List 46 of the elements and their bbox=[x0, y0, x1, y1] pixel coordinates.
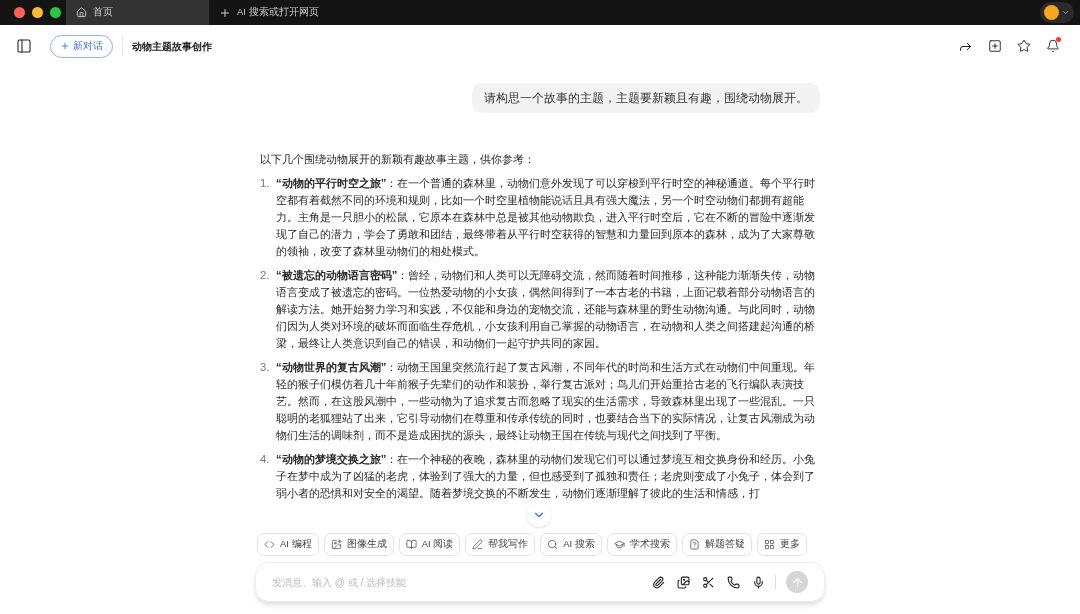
star-icon[interactable] bbox=[1017, 39, 1031, 53]
list-item-text: “动物世界的复古风潮”：动物王国里突然流行起了复古风潮，不同年代的时尚和生活方式在动物们中间重现。年轻的猴子们模仿着几十年前猴子先辈们的动作和装扮，举行复古派对；鸟儿们开始重拾古老的飞行编队表演技艺。然而，在这股风潮中，一些动物为了追求复古而忽略了现实的生活需求，导致森林里出现了一些混乱。一只聪明的老狐狸站了出来，它引导动物们在尊重和传承传统的同时，也要结合当下的实际情况，让复古风潮成为动物们生活的调味剂，而不是造成困扰的源头，最终让动物王国在传统与现代之间找到了平衡。 bbox=[276, 360, 817, 443]
caret-icon bbox=[1061, 8, 1070, 17]
list-number: 1. bbox=[260, 176, 271, 191]
home-icon bbox=[76, 7, 87, 18]
microphone-icon[interactable] bbox=[752, 575, 765, 589]
image-icon bbox=[330, 539, 342, 550]
images-icon[interactable] bbox=[677, 575, 690, 589]
skill-chip[interactable]: 学术搜索 bbox=[606, 533, 677, 556]
list-item-text: “动物的平行时空之旅”：在一个普通的森林里，动物们意外发现了可以穿梭到平行时空的神秘通道。每个平行时空都有着截然不同的环境和规则，比如一个时空里植物能说话且具有强大魔法，另一个时空动物们都拥有超能力。主角是一只胆小的松鼠，它原本在森林中总是被其他动物欺负，进入平行时空后，它在不断的冒险中逐渐发现了自己的潜力，学会了勇敢和团结，最终带着从平行时空获得的智慧和力量回到原本的森林，成为了大家尊敬的领袖，改变了森林里动物们的相处模式。 bbox=[276, 176, 817, 259]
list-item-text: “被遗忘的动物语言密码”：曾经，动物们和人类可以无障碍交流，然而随着时间推移，这种能力渐渐失传，动物语言变成了被遗忘的密码。一位热爱动物的小女孩，偶然间得到了一本古老的书籍，上面记载着部分动物语言的解读方法。她开始努力学习和实践，不仅能和身边的宠物交流，还能与森林里的野生动物沟通。与此同时，动物们因为人类对环境的破坏而面临生存危机，小女孩利用自己掌握的动物语言，在动物和人类之间搭建起沟通的桥梁，最终让人类意识到自己的错误，和动物们一起守护共同的家园。 bbox=[276, 268, 817, 351]
graduation-cap-icon bbox=[613, 539, 625, 550]
search-icon bbox=[547, 539, 559, 550]
grid-icon bbox=[763, 539, 775, 550]
skill-chip[interactable]: AI 搜索 bbox=[540, 533, 602, 556]
chat-title: 动物主题故事创作 bbox=[132, 39, 212, 54]
skill-chip[interactable]: 图像生成 bbox=[323, 533, 394, 556]
reply-intro: 以下几个围绕动物展开的新颖有趣故事主题，供你参考： bbox=[260, 152, 536, 167]
scissors-icon[interactable] bbox=[702, 575, 715, 589]
list-number: 4. bbox=[260, 452, 271, 467]
browser-tab[interactable]: AI 搜索或打开网页 bbox=[209, 0, 329, 25]
list-number: 3. bbox=[260, 360, 271, 375]
plus-icon bbox=[219, 6, 231, 19]
add-box-icon[interactable] bbox=[988, 39, 1002, 53]
profile-menu[interactable] bbox=[1040, 2, 1074, 23]
phone-icon[interactable] bbox=[727, 575, 740, 589]
arrow-up-icon bbox=[790, 575, 804, 589]
bell-icon[interactable] bbox=[1046, 39, 1060, 53]
question-document-icon bbox=[688, 539, 700, 550]
skill-chip[interactable]: 帮我写作 bbox=[465, 533, 536, 556]
list-number: 2. bbox=[260, 268, 271, 283]
skill-chip[interactable]: 解题答疑 bbox=[681, 533, 752, 556]
browser-tab[interactable]: 首页 bbox=[66, 0, 209, 25]
sidebar-toggle-icon[interactable] bbox=[16, 38, 32, 54]
paperclip-icon[interactable] bbox=[652, 575, 665, 589]
scroll-down-button[interactable] bbox=[527, 503, 551, 527]
plus-icon bbox=[60, 41, 70, 51]
pen-icon bbox=[472, 539, 484, 550]
code-icon bbox=[264, 539, 275, 550]
skill-chip[interactable]: 更多 bbox=[756, 533, 807, 556]
list-item-text: “动物的梦境交换之旅”：在一个神秘的夜晚，森林里的动物们发现它们可以通过梦境互相交换身份和经历。小兔子在梦中成为了凶猛的老虎，体验到了强大的力量，但也感受到了孤独和责任；老虎则变成了小兔子，体会到了弱小者的恐惧和对安全的渴望。随着梦境交换的不断发生，动物们逐渐理解了彼此的生活和情感，打 bbox=[276, 452, 817, 501]
user-message: 请构思一个故事的主题，主题要新颖且有趣，围绕动物展开。 bbox=[472, 83, 820, 113]
skill-chip[interactable]: AI 编程 bbox=[257, 533, 319, 556]
skill-chip[interactable]: AI 阅读 bbox=[398, 533, 461, 556]
book-icon bbox=[405, 539, 417, 550]
avatar-icon bbox=[1044, 5, 1059, 20]
